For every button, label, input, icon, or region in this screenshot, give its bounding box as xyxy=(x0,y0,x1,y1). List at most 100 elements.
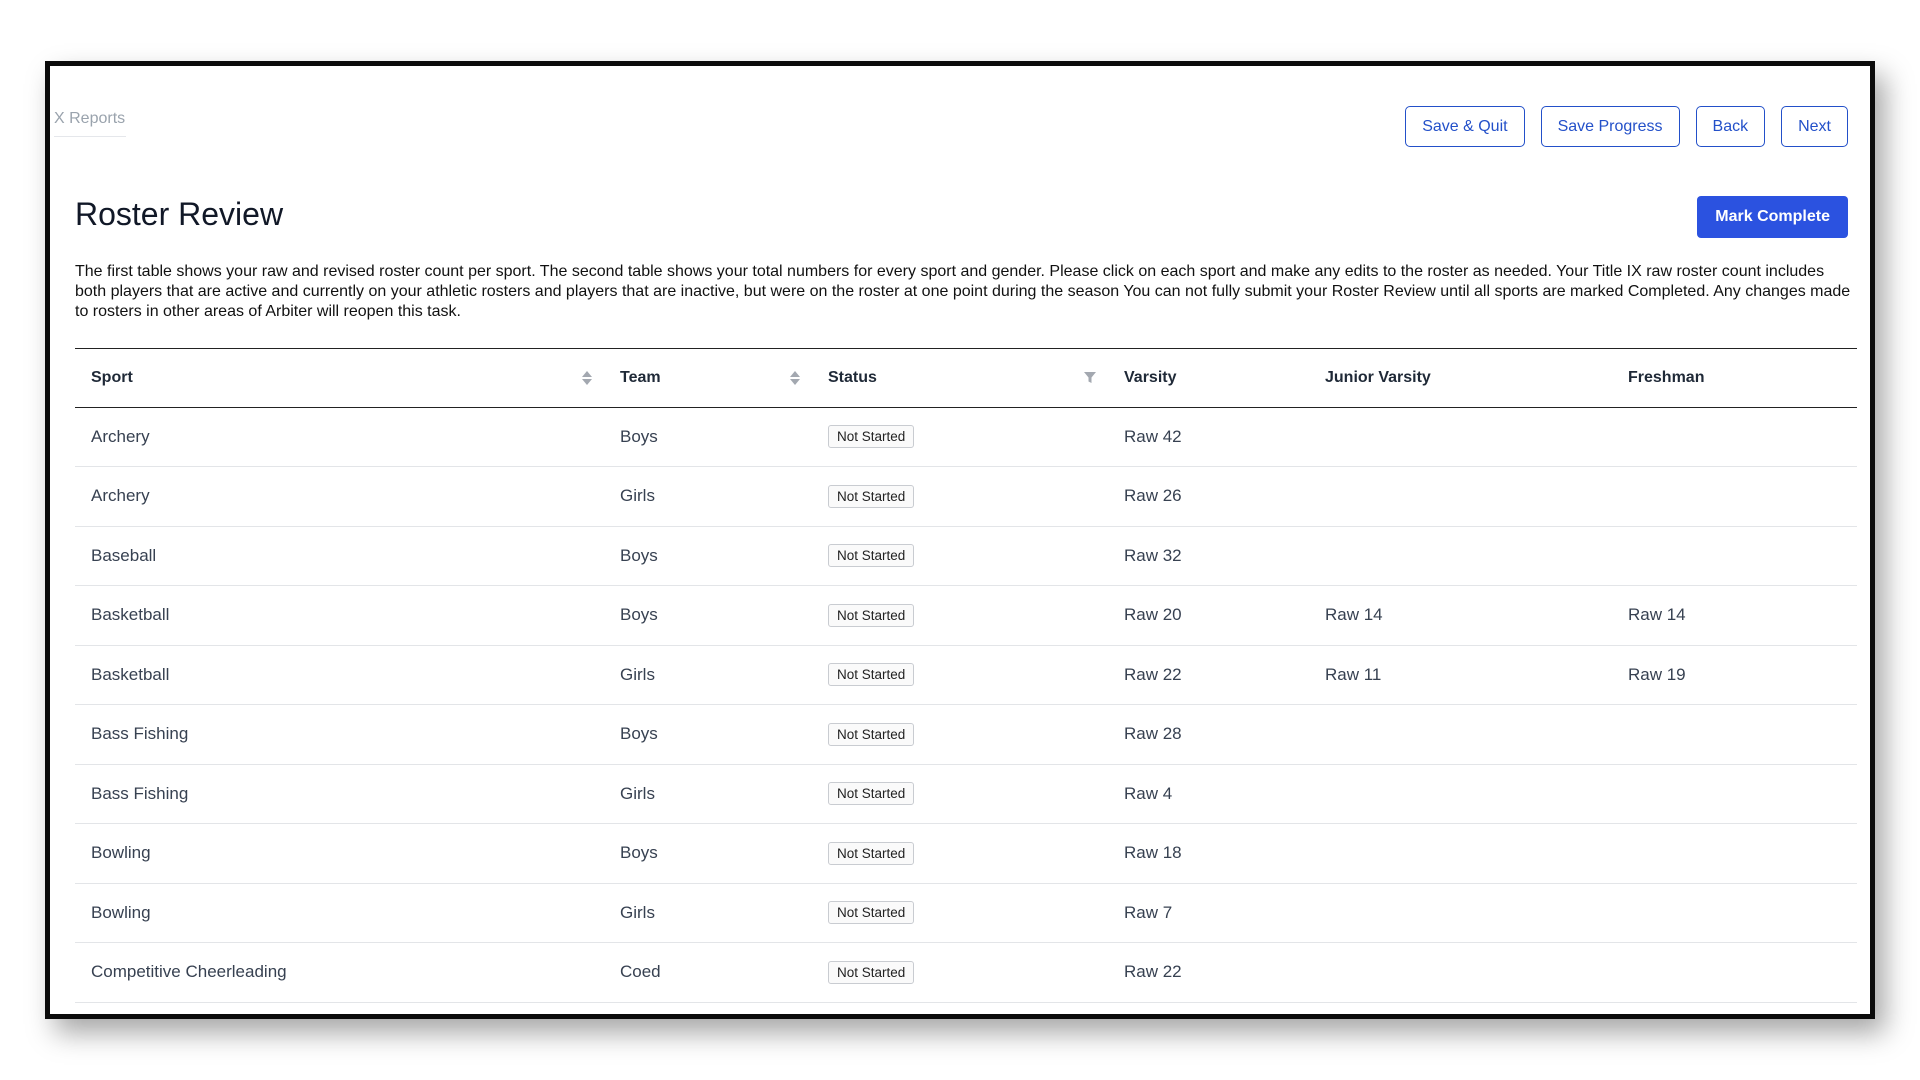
column-header-team[interactable]: Team xyxy=(604,349,812,408)
cell-freshman xyxy=(1612,942,1857,1003)
cell-varsity: Raw 7 xyxy=(1108,883,1309,943)
breadcrumb[interactable]: X Reports xyxy=(54,110,126,137)
cell-freshman: Raw 14 xyxy=(1612,585,1857,646)
cell-junior-varsity xyxy=(1309,407,1612,467)
status-badge: Not Started xyxy=(828,603,915,627)
status-badge: Not Started xyxy=(828,484,915,508)
cell-status: Not Started xyxy=(812,942,1108,1003)
cell-junior-varsity xyxy=(1309,704,1612,765)
page-description: The first table shows your raw and revis… xyxy=(75,263,1851,320)
roster-table: Sport Team Status Varsity Junior Varsity… xyxy=(75,348,1857,1003)
cell-freshman xyxy=(1612,466,1857,527)
column-header-freshman: Freshman xyxy=(1612,349,1857,408)
table-row[interactable]: Bass Fishing Boys Not Started Raw 28 xyxy=(75,704,1857,765)
cell-junior-varsity xyxy=(1309,526,1612,586)
cell-sport[interactable]: Archery xyxy=(75,466,604,527)
cell-varsity: Raw 22 xyxy=(1108,645,1309,705)
status-badge: Not Started xyxy=(828,960,915,984)
column-header-status[interactable]: Status xyxy=(812,349,1108,408)
status-badge: Not Started xyxy=(828,425,915,449)
cell-sport[interactable]: Baseball xyxy=(75,526,604,586)
cell-varsity: Raw 18 xyxy=(1108,823,1309,884)
cell-sport[interactable]: Archery xyxy=(75,407,604,467)
status-badge: Not Started xyxy=(828,782,915,806)
cell-sport[interactable]: Bass Fishing xyxy=(75,704,604,765)
cell-varsity: Raw 28 xyxy=(1108,704,1309,765)
status-badge: Not Started xyxy=(828,663,915,687)
cell-freshman xyxy=(1612,823,1857,884)
cell-varsity: Raw 26 xyxy=(1108,466,1309,527)
next-button[interactable]: Next xyxy=(1781,106,1848,147)
table-header-row: Sport Team Status Varsity Junior Varsity… xyxy=(75,349,1857,408)
cell-status: Not Started xyxy=(812,407,1108,467)
cell-team: Boys xyxy=(604,585,812,646)
column-header-team-label: Team xyxy=(620,368,661,386)
cell-freshman xyxy=(1612,883,1857,943)
cell-freshman xyxy=(1612,407,1857,467)
status-badge: Not Started xyxy=(828,544,915,568)
table-row[interactable]: Baseball Boys Not Started Raw 32 xyxy=(75,526,1857,586)
cell-varsity: Raw 4 xyxy=(1108,764,1309,824)
status-badge: Not Started xyxy=(828,901,915,925)
cell-status: Not Started xyxy=(812,526,1108,586)
cell-freshman xyxy=(1612,526,1857,586)
cell-junior-varsity xyxy=(1309,466,1612,527)
column-header-status-label: Status xyxy=(828,368,877,386)
table-row[interactable]: Archery Boys Not Started Raw 42 xyxy=(75,407,1857,467)
cell-team: Boys xyxy=(604,704,812,765)
status-badge: Not Started xyxy=(828,722,915,746)
cell-varsity: Raw 42 xyxy=(1108,407,1309,467)
top-actions: Save & Quit Save Progress Back Next xyxy=(1405,106,1848,147)
cell-team: Girls xyxy=(604,645,812,705)
table-row[interactable]: Bowling Girls Not Started Raw 7 xyxy=(75,883,1857,943)
cell-freshman xyxy=(1612,764,1857,824)
cell-sport[interactable]: Bowling xyxy=(75,883,604,943)
cell-junior-varsity xyxy=(1309,883,1612,943)
cell-sport[interactable]: Bowling xyxy=(75,823,604,884)
column-header-sport[interactable]: Sport xyxy=(75,349,604,408)
cell-junior-varsity: Raw 14 xyxy=(1309,585,1612,646)
cell-junior-varsity xyxy=(1309,764,1612,824)
cell-junior-varsity: Raw 11 xyxy=(1309,645,1612,705)
cell-status: Not Started xyxy=(812,645,1108,705)
cell-status: Not Started xyxy=(812,823,1108,884)
cell-freshman xyxy=(1612,704,1857,765)
cell-freshman: Raw 19 xyxy=(1612,645,1857,705)
page-title: Roster Review xyxy=(75,196,284,232)
cell-varsity: Raw 20 xyxy=(1108,585,1309,646)
cell-team: Boys xyxy=(604,526,812,586)
cell-sport[interactable]: Basketball xyxy=(75,645,604,705)
cell-sport[interactable]: Basketball xyxy=(75,585,604,646)
column-header-sport-label: Sport xyxy=(91,368,133,386)
table-row[interactable]: Archery Girls Not Started Raw 26 xyxy=(75,466,1857,527)
column-header-junior-varsity: Junior Varsity xyxy=(1309,349,1612,408)
cell-sport[interactable]: Competitive Cheerleading xyxy=(75,942,604,1003)
save-progress-button[interactable]: Save Progress xyxy=(1540,106,1680,147)
cell-status: Not Started xyxy=(812,585,1108,646)
cell-team: Girls xyxy=(604,764,812,824)
cell-team: Boys xyxy=(604,823,812,884)
mark-complete-button[interactable]: Mark Complete xyxy=(1697,196,1848,238)
back-button[interactable]: Back xyxy=(1695,106,1766,147)
table-row[interactable]: Bass Fishing Girls Not Started Raw 4 xyxy=(75,764,1857,824)
sort-icon[interactable] xyxy=(582,370,592,385)
save-quit-button[interactable]: Save & Quit xyxy=(1405,106,1525,147)
status-badge: Not Started xyxy=(828,841,915,865)
sort-icon[interactable] xyxy=(790,370,800,385)
cell-team: Coed xyxy=(604,942,812,1003)
cell-team: Girls xyxy=(604,466,812,527)
cell-varsity: Raw 22 xyxy=(1108,942,1309,1003)
column-header-varsity: Varsity xyxy=(1108,349,1309,408)
table-row[interactable]: Basketball Boys Not Started Raw 20 Raw 1… xyxy=(75,585,1857,646)
filter-icon[interactable] xyxy=(1084,371,1096,384)
cell-team: Boys xyxy=(604,407,812,467)
app-window: X Reports Save & Quit Save Progress Back… xyxy=(45,61,1875,1019)
cell-status: Not Started xyxy=(812,764,1108,824)
table-row[interactable]: Competitive Cheerleading Coed Not Starte… xyxy=(75,942,1857,1003)
cell-junior-varsity xyxy=(1309,823,1612,884)
table-row[interactable]: Basketball Girls Not Started Raw 22 Raw … xyxy=(75,645,1857,705)
cell-sport[interactable]: Bass Fishing xyxy=(75,764,604,824)
cell-status: Not Started xyxy=(812,704,1108,765)
cell-status: Not Started xyxy=(812,466,1108,527)
table-row[interactable]: Bowling Boys Not Started Raw 18 xyxy=(75,823,1857,884)
